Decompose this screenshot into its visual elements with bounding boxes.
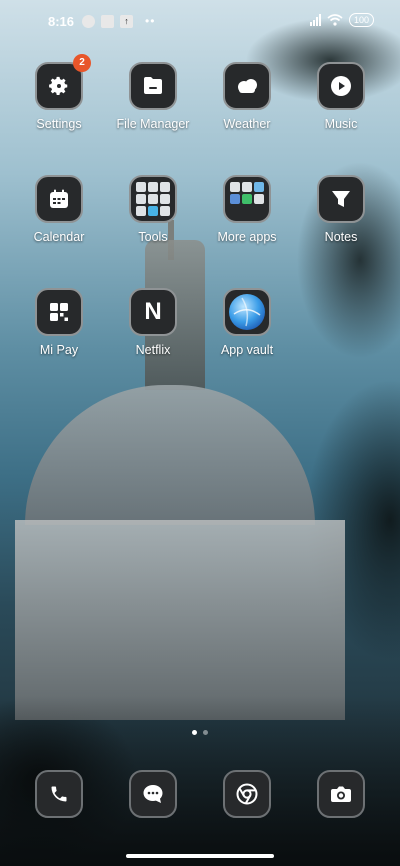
app-label: Calendar [33, 230, 85, 244]
app-calendar[interactable]: Calendar [14, 175, 104, 244]
app-label: App vault [220, 343, 274, 357]
app-music[interactable]: Music [296, 62, 386, 131]
netflix-logo-icon: N [144, 298, 162, 325]
app-label: Music [324, 117, 358, 131]
dock-chrome[interactable] [202, 770, 292, 818]
file-manager-tile[interactable] [129, 62, 177, 110]
notification-square-icon [101, 14, 114, 28]
camera-icon [331, 786, 351, 802]
mini-app-icon [160, 194, 170, 204]
mini-app-icon [230, 182, 240, 192]
home-gesture-bar[interactable] [126, 854, 274, 858]
cloud-icon [238, 79, 257, 93]
app-label: More apps [217, 230, 277, 244]
notification-badge: 2 [73, 54, 91, 72]
notes-tile[interactable] [317, 175, 365, 223]
signal-icon [309, 14, 321, 26]
folder-preview-grid [230, 182, 264, 216]
status-time: 8:16 [48, 14, 75, 29]
notification-upload-icon: ↑ [120, 14, 133, 28]
mini-app-icon [136, 182, 146, 192]
calendar-icon [50, 189, 68, 208]
mini-app-icon [136, 194, 146, 204]
app-app-vault[interactable]: App vault [202, 288, 292, 357]
app-label: Mi Pay [39, 343, 79, 357]
app-file-manager[interactable]: File Manager [108, 62, 198, 131]
app-mi-pay[interactable]: Mi Pay [14, 288, 104, 357]
music-tile[interactable] [317, 62, 365, 110]
qr-grid-icon [50, 303, 68, 321]
app-settings[interactable]: 2 Settings [14, 54, 104, 131]
mini-app-icon [148, 182, 158, 192]
play-circle-icon [331, 76, 351, 96]
mini-app-icon [148, 194, 158, 204]
app-notes[interactable]: Notes [296, 175, 386, 244]
app-label: Weather [223, 117, 271, 131]
mini-app-icon [230, 194, 240, 204]
phone-tile[interactable] [35, 770, 83, 818]
page-indicator[interactable] [0, 730, 400, 735]
status-bar: 8:16 ↑ •• 100 [0, 0, 400, 44]
settings-tile[interactable]: 2 [35, 54, 91, 110]
gear-icon [49, 76, 68, 95]
more-notifications-icon: •• [145, 14, 156, 28]
app-weather[interactable]: Weather [202, 62, 292, 131]
camera-tile[interactable] [317, 770, 365, 818]
page-dot[interactable] [203, 730, 208, 735]
mini-app-icon [136, 206, 146, 216]
chrome-icon [236, 783, 258, 805]
funnel-note-icon [332, 191, 350, 207]
mini-app-icon [160, 182, 170, 192]
folder-icon [144, 77, 162, 94]
folder-preview-grid [136, 182, 170, 216]
page-dot-active[interactable] [192, 730, 197, 735]
app-label: Netflix [135, 343, 171, 357]
app-vault-tile[interactable] [223, 288, 271, 336]
mini-app-icon [254, 182, 264, 192]
app-label: Settings [36, 117, 82, 131]
mini-app-icon [242, 194, 252, 204]
app-label: File Manager [116, 117, 190, 131]
messages-tile[interactable] [129, 770, 177, 818]
calendar-tile[interactable] [35, 175, 83, 223]
folder-tools[interactable]: Tools [108, 175, 198, 244]
dock-phone[interactable] [14, 770, 104, 818]
more-apps-folder-tile[interactable] [223, 175, 271, 223]
wallpaper-building [15, 520, 345, 720]
dock-camera[interactable] [296, 770, 386, 818]
mini-app-icon [242, 182, 252, 192]
tools-folder-tile[interactable] [129, 175, 177, 223]
mi-pay-tile[interactable] [35, 288, 83, 336]
chrome-tile[interactable] [223, 770, 271, 818]
vault-sphere-icon [229, 294, 265, 330]
battery-indicator: 100 [348, 13, 374, 27]
mini-app-icon [148, 206, 158, 216]
netflix-tile[interactable]: N [129, 288, 177, 336]
folder-more-apps[interactable]: More apps [202, 175, 292, 244]
notification-app-icon [82, 14, 95, 28]
phone-icon [51, 786, 67, 802]
app-label: Notes [324, 230, 358, 244]
mini-app-icon [160, 206, 170, 216]
wallpaper-dome [25, 385, 315, 525]
mini-app-icon [254, 194, 264, 204]
weather-tile[interactable] [223, 62, 271, 110]
messages-icon [143, 785, 163, 803]
app-label: Tools [138, 230, 168, 244]
app-netflix[interactable]: N Netflix [108, 288, 198, 357]
dock-messages[interactable] [108, 770, 198, 818]
wifi-icon [327, 14, 343, 26]
